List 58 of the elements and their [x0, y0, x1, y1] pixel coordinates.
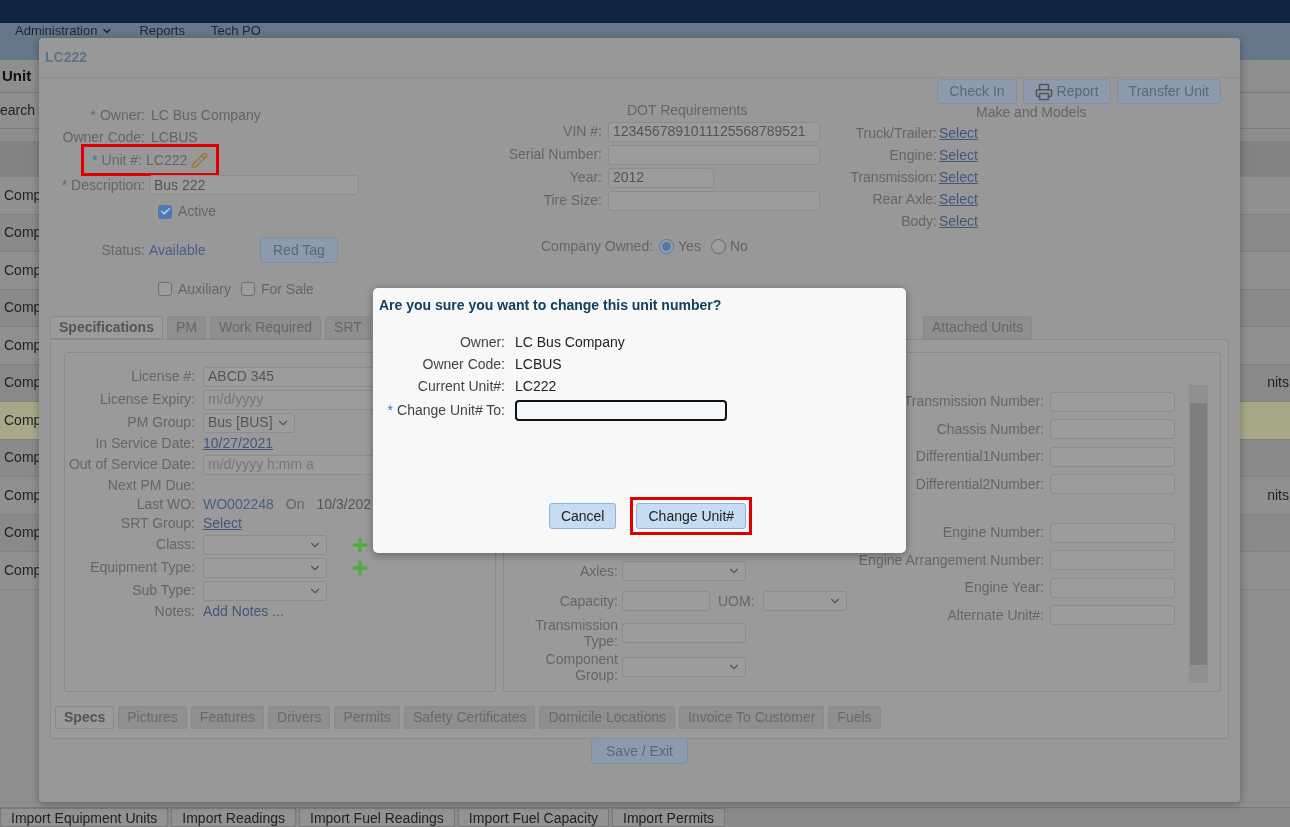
- select-field[interactable]: [203, 557, 327, 578]
- table-cell-text: nits: [1267, 373, 1290, 393]
- table-cell-text: nits: [1267, 485, 1290, 505]
- field-value: WO002248: [203, 495, 274, 514]
- field-link[interactable]: 10/27/2021: [203, 433, 274, 454]
- notes-link[interactable]: Add Notes ...: [203, 601, 284, 622]
- radio-button[interactable]: [710, 238, 726, 254]
- select-field[interactable]: [203, 580, 327, 601]
- select-field[interactable]: Bus [BUS]: [203, 412, 295, 433]
- field-label: Owner Code:: [422, 354, 505, 374]
- select-link[interactable]: Select: [939, 166, 978, 188]
- tab[interactable]: Import Equipment Units: [0, 808, 169, 827]
- menu-item[interactable]: Reports: [139, 24, 185, 38]
- menu-item[interactable]: Administration: [15, 24, 114, 38]
- cancel-button[interactable]: Cancel: [548, 503, 617, 529]
- tab[interactable]: Specs: [55, 706, 115, 729]
- year-field[interactable]: 2012: [608, 167, 714, 188]
- description-field[interactable]: Bus 222: [149, 175, 359, 195]
- required-mark: *: [90, 105, 96, 125]
- field-link[interactable]: Select: [203, 513, 242, 534]
- printer-icon: [1034, 82, 1053, 101]
- field-value: 10/3/202: [316, 495, 371, 514]
- pencil-icon[interactable]: [191, 151, 209, 169]
- select-link[interactable]: Select: [939, 188, 978, 210]
- field-value: LC Bus Company: [515, 332, 625, 352]
- tab[interactable]: Specifications: [50, 316, 163, 339]
- page-heading: Unit: [2, 65, 32, 86]
- checkbox[interactable]: [158, 282, 172, 296]
- field-value: LC222: [515, 376, 557, 396]
- unit-number-input[interactable]: [515, 399, 727, 421]
- field-label: Current Unit#:: [417, 376, 505, 396]
- tab[interactable]: Import Fuel Capacity: [457, 808, 610, 827]
- menu-item[interactable]: Tech PO: [210, 24, 261, 38]
- field-label: Owner:: [459, 332, 505, 352]
- select-field[interactable]: [622, 561, 746, 581]
- checkbox[interactable]: [240, 282, 255, 296]
- input-field[interactable]: 1234567891011125568789521: [608, 121, 820, 142]
- select-link[interactable]: Select: [939, 122, 978, 144]
- select-link[interactable]: Select: [939, 144, 978, 166]
- select-field[interactable]: [622, 657, 746, 677]
- change-unit-button[interactable]: Change Unit#: [636, 503, 747, 529]
- select-field[interactable]: [762, 591, 847, 611]
- required-mark: *: [387, 400, 394, 420]
- status-value: Available: [149, 240, 207, 260]
- required-mark: *: [61, 175, 68, 195]
- dialog-title: Are you sure you want to change this unit number?: [379, 296, 723, 315]
- field-label: Change Unit# To:: [397, 400, 505, 420]
- field-value: LCBUS: [515, 354, 562, 374]
- required-mark: *: [92, 150, 98, 170]
- active-checkbox[interactable]: [158, 204, 172, 219]
- window-title: LC222: [45, 48, 88, 67]
- tab[interactable]: Import Fuel Readings: [299, 808, 455, 827]
- tab[interactable]: Import Permits: [612, 808, 726, 827]
- search-label: earch: [0, 101, 36, 120]
- select-link[interactable]: Select: [939, 210, 978, 232]
- radio-button[interactable]: [659, 238, 675, 254]
- select-field[interactable]: [203, 534, 327, 555]
- tab[interactable]: Import Readings: [171, 808, 296, 827]
